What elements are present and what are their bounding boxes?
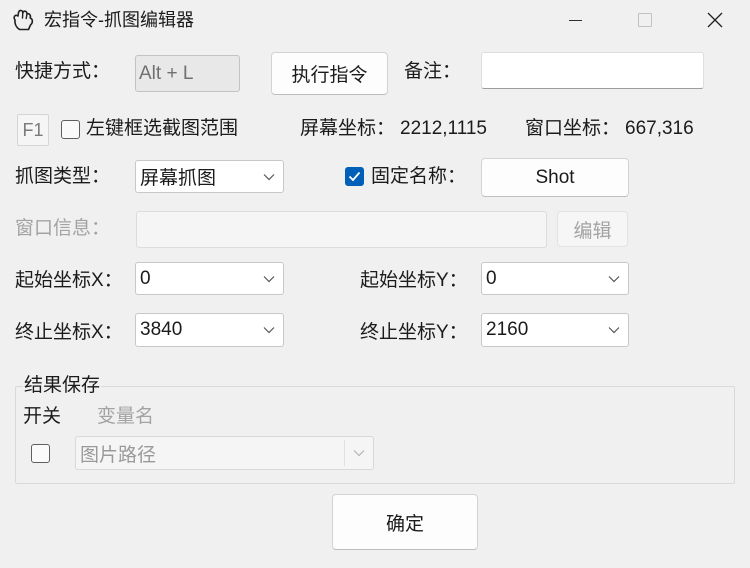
- end-y-dropdown[interactable]: 2160: [481, 313, 629, 347]
- start-y-value: 0: [486, 267, 497, 289]
- minimize-button[interactable]: [550, 0, 600, 40]
- start-y-dropdown[interactable]: 0: [481, 262, 629, 295]
- shortcut-label: 快捷方式：: [15, 61, 111, 82]
- close-icon: [707, 12, 723, 28]
- start-x-dropdown[interactable]: 0: [135, 262, 284, 295]
- window-coord-label: 窗口坐标：: [525, 118, 621, 139]
- close-button[interactable]: [690, 0, 740, 40]
- minimize-icon: [569, 20, 582, 21]
- variable-name-dropdown[interactable]: 图片路径: [75, 436, 374, 470]
- capture-type-label: 抓图类型：: [15, 166, 111, 187]
- start-y-label: 起始坐标Y：: [360, 270, 468, 291]
- variable-name-label: 变量名: [97, 406, 155, 427]
- check-icon: [348, 171, 361, 182]
- fixed-name-button[interactable]: Shot: [481, 158, 629, 197]
- result-save-switch-checkbox[interactable]: [31, 444, 50, 463]
- start-x-value: 0: [140, 267, 151, 289]
- window-coord-value: 667,316: [625, 118, 694, 139]
- chevron-down-icon: [263, 327, 275, 334]
- fixed-name-label: 固定名称：: [371, 166, 467, 187]
- hand-pointer-icon: [10, 7, 36, 33]
- chevron-down-icon: [263, 275, 275, 282]
- window-title: 宏指令-抓图编辑器: [44, 10, 194, 30]
- window-info-edit-button[interactable]: 编辑: [557, 211, 628, 247]
- start-x-label: 起始坐标X：: [15, 270, 123, 291]
- execute-command-button[interactable]: 执行指令: [271, 52, 388, 95]
- title-bar: 宏指令-抓图编辑器: [0, 0, 750, 40]
- remark-input[interactable]: [482, 53, 703, 88]
- result-save-legend: 结果保存: [23, 374, 102, 398]
- shortcut-value: Alt + L: [139, 62, 194, 84]
- region-select-label: 左键框选截图范围: [86, 118, 239, 139]
- dropdown-separator: [344, 440, 345, 466]
- chevron-down-icon: [353, 450, 365, 457]
- region-hotkey-field[interactable]: F1: [17, 114, 49, 146]
- end-y-value: 2160: [486, 319, 529, 340]
- capture-type-value: 屏幕抓图: [140, 168, 217, 189]
- region-select-checkbox[interactable]: [61, 120, 80, 139]
- shortcut-field[interactable]: Alt + L: [135, 55, 240, 92]
- maximize-button[interactable]: [620, 0, 670, 40]
- end-y-label: 终止坐标Y：: [360, 322, 468, 343]
- window-info-label: 窗口信息：: [15, 218, 111, 239]
- remark-input-box[interactable]: [481, 52, 704, 89]
- screen-coord-value: 2212,1115: [400, 118, 487, 139]
- variable-name-value: 图片路径: [80, 444, 157, 466]
- fixed-name-checkbox[interactable]: [345, 167, 364, 186]
- capture-type-dropdown[interactable]: 屏幕抓图: [135, 160, 284, 193]
- chevron-down-icon: [608, 327, 620, 334]
- ok-button[interactable]: 确定: [332, 494, 478, 550]
- screen-coord-label: 屏幕坐标：: [300, 118, 396, 139]
- switch-label: 开关: [23, 406, 62, 427]
- remark-label: 备注：: [404, 61, 462, 82]
- end-x-dropdown[interactable]: 3840: [135, 313, 284, 347]
- window-info-field[interactable]: [136, 211, 547, 248]
- maximize-icon: [638, 13, 652, 27]
- chevron-down-icon: [263, 173, 275, 180]
- end-x-label: 终止坐标X：: [15, 322, 123, 343]
- end-x-value: 3840: [140, 319, 183, 340]
- chevron-down-icon: [608, 275, 620, 282]
